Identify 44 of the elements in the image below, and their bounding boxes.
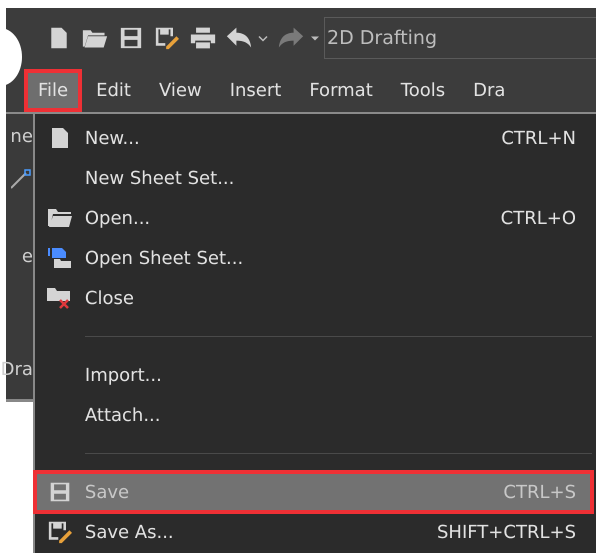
menu-bar-item[interactable]: Edit (86, 72, 141, 108)
dropdown-caret-icon[interactable] (258, 34, 268, 42)
menu-item-label: Close (84, 288, 135, 308)
dropdown-caret-icon[interactable] (310, 34, 320, 42)
menu-bar-item[interactable]: Insert (220, 72, 292, 108)
undo-icon[interactable] (226, 26, 252, 50)
menu-item[interactable]: Import... (34, 355, 592, 395)
menu-item[interactable]: New Sheet Set... (34, 158, 592, 198)
menu-item-label: Save As... (84, 522, 175, 542)
save-icon (48, 481, 71, 503)
save-as-icon (46, 520, 73, 544)
menu-item[interactable]: Save As... SHIFT+CTRL+S (34, 512, 592, 552)
menu-item-label: New... (84, 128, 141, 148)
panel-label: e (22, 246, 33, 267)
menu-bar-item[interactable]: Tools (390, 72, 456, 108)
menu-bar-item[interactable]: File (28, 72, 78, 108)
menu-bar-item[interactable]: Format (299, 72, 383, 108)
menu-item-label: Attach... (84, 404, 162, 426)
shortcut-label: CTRL+S (503, 482, 577, 502)
folder-icon (46, 208, 73, 228)
menu-item[interactable]: Close (34, 278, 592, 318)
menu-item-label: Save (84, 482, 130, 502)
shortcut-label: CTRL+N (501, 128, 577, 148)
menu-item[interactable]: Open Sheet Set... (34, 238, 592, 278)
menu-item[interactable]: Open... CTRL+O (34, 198, 592, 238)
save-icon[interactable] (118, 26, 144, 50)
document-icon (50, 127, 69, 149)
line-tool-icon (10, 169, 31, 189)
menu-item-label: Import... (84, 364, 163, 386)
shortcut-label: CTRL+O (500, 208, 577, 228)
print-icon[interactable] (190, 26, 216, 50)
workspace-dropdown[interactable]: 2D Drafting (324, 17, 596, 59)
menu-item-label: Open... (84, 208, 152, 228)
menu-item[interactable]: Attach... (34, 395, 592, 435)
panel-label: ne (10, 126, 33, 147)
menu-item-label: Open Sheet Set... (84, 248, 244, 268)
shortcut-label: SHIFT+CTRL+S (437, 522, 577, 542)
menu-bar-item[interactable]: Dra (463, 72, 516, 108)
menu-item-label: New Sheet Set... (84, 168, 236, 188)
save-as-icon[interactable] (154, 26, 180, 50)
sheet-set-icon (46, 247, 73, 269)
menu-bar-item[interactable]: View (148, 72, 212, 108)
redo-icon[interactable] (278, 26, 304, 50)
menu-item[interactable]: New... CTRL+N (34, 118, 592, 158)
